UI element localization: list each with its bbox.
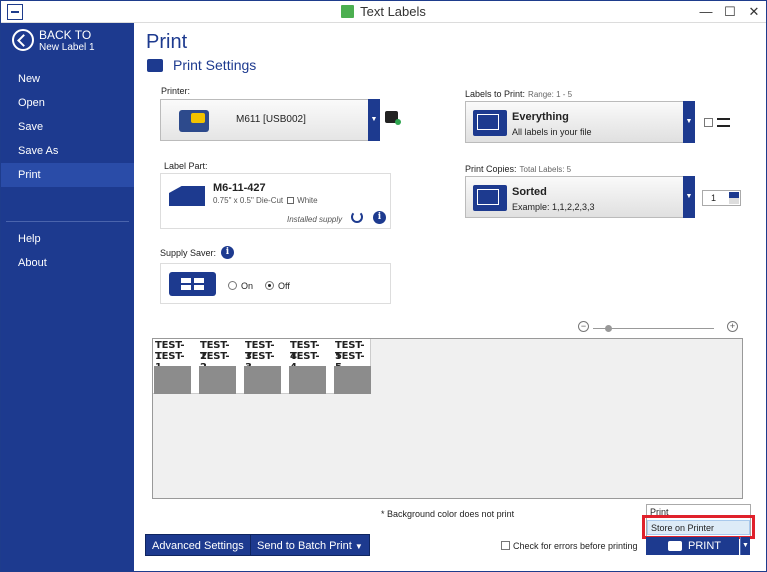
labels-to-print-label: Labels to Print: Range: 1 - 5	[465, 89, 573, 99]
copies-stack-icon	[473, 185, 507, 211]
labels-to-print-desc: All labels in your file	[512, 127, 592, 137]
printer-device-icon	[179, 110, 209, 132]
labels-to-print-dropdown[interactable]: Everything All labels in your file	[465, 101, 695, 143]
back-button[interactable]: BACK TO New Label 1	[1, 23, 134, 61]
back-title: BACK TO	[39, 28, 92, 42]
copies-value: 1	[711, 193, 717, 203]
sidebar-item-open[interactable]: Open	[1, 91, 134, 115]
preview-label-3: TEST-3TEST-3	[244, 339, 281, 394]
supply-saver-off-radio[interactable]: Off	[265, 281, 290, 291]
sidebar-item-about[interactable]: About	[1, 251, 134, 275]
app-window: Text Labels — ☐ ✕ BACK TO New Label 1 Ne…	[0, 0, 767, 572]
refresh-icon[interactable]	[351, 211, 363, 223]
printer-dropdown[interactable]: M611 [USB002]	[160, 99, 380, 141]
stepper-down-icon[interactable]	[729, 198, 739, 204]
zoom-slider-handle[interactable]	[605, 325, 612, 332]
reverse-order-icon	[717, 118, 730, 127]
maximize-button[interactable]: ☐	[718, 3, 742, 21]
minimize-button[interactable]: —	[694, 3, 718, 21]
printer-status-icon[interactable]	[385, 111, 401, 125]
zoom-in-icon[interactable]: +	[727, 321, 738, 332]
batch-print-button[interactable]: Send to Batch Print ▼	[250, 534, 370, 556]
preview-label-4: TEST-4TEST-4	[289, 339, 326, 394]
labels-stack-icon	[473, 110, 507, 136]
sidebar-item-save[interactable]: Save	[1, 115, 134, 139]
sidebar-item-save-as[interactable]: Save As	[1, 139, 134, 163]
print-copies-dropdown[interactable]: Sorted Example: 1,1,2,2,3,3	[465, 176, 695, 218]
installed-supply: Installed supply	[287, 215, 343, 224]
print-button[interactable]: PRINT	[646, 537, 739, 555]
printer-label: Printer:	[161, 86, 191, 96]
label-part-code: M6-11-427	[213, 182, 266, 194]
printer-name: M611 [USB002]	[236, 114, 306, 125]
check-errors-checkbox[interactable]	[501, 541, 510, 550]
radio-icon	[228, 281, 237, 290]
label-part-panel: M6-11-427 0.75" x 0.5" Die-Cut White Inst…	[160, 173, 391, 229]
label-part-icon	[169, 186, 205, 206]
info-icon[interactable]: i	[373, 211, 386, 224]
print-copies-desc: Example: 1,1,2,2,3,3	[512, 202, 595, 212]
copies-stepper[interactable]: 1	[702, 190, 741, 206]
page-title: Print	[146, 31, 188, 53]
title-bar: Text Labels — ☐ ✕	[1, 1, 766, 23]
supply-saver-panel: On Off	[160, 263, 391, 304]
text-labels-icon	[341, 5, 355, 18]
section-title: Print Settings	[147, 57, 256, 73]
print-copies-label: Print Copies: Total Labels: 5	[465, 164, 572, 174]
label-part-label: Label Part:	[164, 161, 208, 171]
supply-saver-icon	[169, 272, 216, 296]
sidebar-item-print[interactable]: Print	[1, 163, 134, 187]
sidebar-item-help[interactable]: Help	[1, 227, 134, 251]
printer-icon	[668, 541, 682, 551]
advanced-settings-button[interactable]: Advanced Settings	[145, 534, 251, 556]
back-subtitle: New Label 1	[39, 42, 95, 53]
preview-label-5: TEST-5TEST-5	[334, 339, 371, 394]
preview-label-1: TEST-1TEST-1	[154, 339, 191, 394]
supply-saver-info-icon[interactable]: i	[221, 246, 234, 259]
zoom-out-icon[interactable]: −	[578, 321, 589, 332]
label-part-desc: 0.75" x 0.5" Die-Cut White	[213, 196, 318, 205]
chevron-down-icon: ▼	[354, 542, 363, 551]
close-button[interactable]: ✕	[742, 3, 766, 21]
print-copies-value: Sorted	[512, 186, 547, 198]
background-note: * Background color does not print	[381, 509, 515, 519]
print-copies-dropdown-arrow[interactable]: ▼	[683, 176, 695, 218]
check-errors-option[interactable]: Check for errors before printing	[501, 541, 638, 551]
supply-saver-label: Supply Saver:	[160, 248, 217, 258]
reverse-order-checkbox[interactable]	[704, 118, 713, 127]
sidebar: BACK TO New Label 1 New Open Save Save A…	[1, 23, 134, 571]
white-checkbox[interactable]	[287, 197, 295, 204]
preview-label-2: TEST-2TEST-2	[199, 339, 236, 394]
printer-dropdown-arrow[interactable]: ▼	[368, 99, 380, 141]
print-settings-icon	[147, 59, 163, 72]
label-strip: TEST-1TEST-1 TEST-2TEST-2 TEST-3TEST-3 T…	[153, 339, 371, 394]
highlight-annotation	[642, 515, 755, 539]
print-options-arrow[interactable]: ▼	[740, 537, 750, 555]
radio-selected-icon	[265, 281, 274, 290]
labels-to-print-dropdown-arrow[interactable]: ▼	[683, 101, 695, 143]
sidebar-divider	[6, 221, 129, 222]
label-preview: TEST-1TEST-1 TEST-2TEST-2 TEST-3TEST-3 T…	[152, 338, 743, 499]
labels-to-print-value: Everything	[512, 111, 569, 123]
back-arrow-icon	[12, 29, 34, 51]
window-title: Text Labels	[360, 4, 426, 19]
supply-saver-on-radio[interactable]: On	[228, 281, 253, 291]
sidebar-item-new[interactable]: New	[1, 67, 134, 91]
